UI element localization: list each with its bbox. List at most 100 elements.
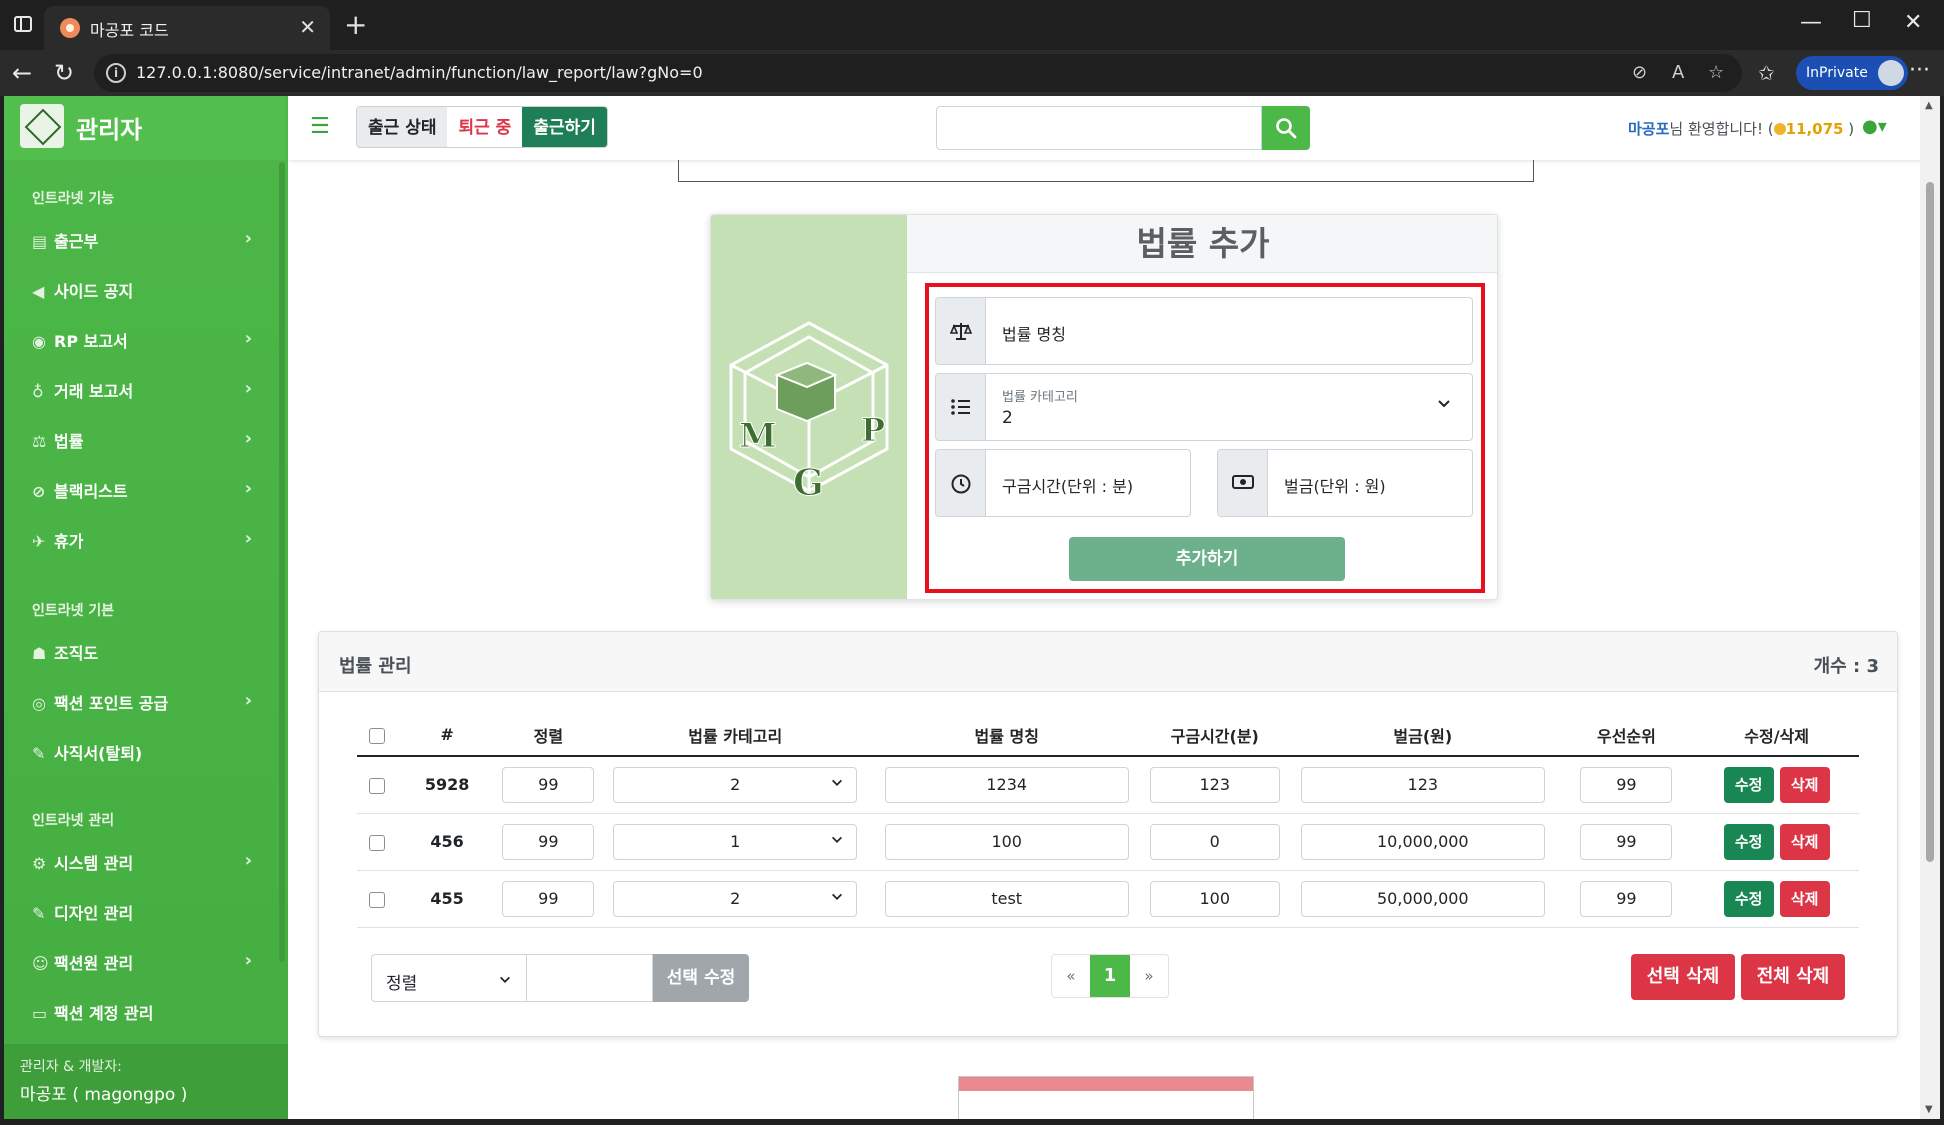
sidebar-item-trade-report[interactable]: ♁ 거래 보고서 › (32, 378, 252, 408)
detention-time-input[interactable]: 100 (1149, 880, 1280, 917)
fine-input[interactable]: 123 (1300, 766, 1545, 803)
maximize-icon[interactable]: ☐ (1852, 8, 1872, 33)
scrollbar-thumb[interactable] (1926, 182, 1934, 862)
row-checkbox[interactable] (369, 891, 386, 908)
column-header[interactable]: 벌금(원) (1287, 714, 1559, 757)
scroll-down-icon[interactable]: ▼ (1925, 1104, 1933, 1115)
sidebar-header[interactable]: 관리자 (4, 96, 288, 160)
fine-field[interactable]: 벌금(단위 : 원) (1217, 449, 1473, 517)
detention-time-input[interactable]: 123 (1149, 766, 1280, 803)
sort-input[interactable]: 99 (502, 823, 595, 860)
bulk-edit-button[interactable]: 선택 수정 (653, 954, 749, 1002)
favorite-star-icon[interactable]: ☆ (1708, 62, 1724, 83)
detention-time-input[interactable]: 0 (1149, 823, 1280, 860)
sidebar-item-blacklist[interactable]: ⊘ 블랙리스트 › (32, 478, 252, 508)
sort-select[interactable]: 정렬 (371, 954, 527, 1002)
browser-tab[interactable]: 마공포 코드 ✕ (44, 6, 330, 50)
fine-placeholder: 벌금(단위 : 원) (1284, 477, 1386, 496)
delete-button[interactable]: 삭제 (1779, 880, 1830, 917)
category-select[interactable]: 2 (613, 766, 858, 803)
more-menu-icon[interactable]: ··· (1909, 58, 1930, 83)
tracking-icon[interactable]: ⊘ (1632, 62, 1647, 83)
sort-input[interactable]: 99 (502, 880, 595, 917)
column-header[interactable]: 법률 명칭 (870, 714, 1143, 757)
pager-prev[interactable]: « (1052, 955, 1090, 997)
category-select[interactable]: 1 (613, 823, 858, 860)
sidebar-item-label: 블랙리스트 (54, 482, 128, 501)
sidebar-item-members[interactable]: ☺ 팩션원 관리 › (32, 950, 252, 980)
category-select[interactable]: 2 (613, 880, 858, 917)
edit-button[interactable]: 수정 (1723, 766, 1774, 803)
fine-input[interactable]: 10,000,000 (1300, 823, 1545, 860)
url-text[interactable]: 127.0.0.1:8080/service/intranet/admin/fu… (136, 63, 703, 82)
column-header[interactable]: 우선순위 (1558, 714, 1695, 757)
delete-button[interactable]: 삭제 (1779, 766, 1830, 803)
site-info-icon[interactable]: i (106, 63, 126, 83)
address-bar[interactable]: i 127.0.0.1:8080/service/intranet/admin/… (94, 54, 1742, 92)
delete-all-button[interactable]: 전체 삭제 (1741, 954, 1845, 1000)
sidebar-item-accounts[interactable]: ▭ 팩션 계정 관리 (32, 1000, 252, 1030)
megaphone-icon: ◀ (32, 282, 45, 301)
law-name-input[interactable]: 1234 (884, 766, 1129, 803)
reload-icon[interactable]: ↻ (54, 59, 74, 87)
sidebar-item-design[interactable]: ✎ 디자인 관리 (32, 900, 252, 930)
sidebar-item-faction-points[interactable]: ◎ 팩션 포인트 공급 › (32, 690, 252, 720)
new-tab-icon[interactable]: + (344, 8, 367, 41)
priority-input[interactable]: 99 (1580, 823, 1673, 860)
edit-button[interactable]: 수정 (1723, 823, 1774, 860)
delete-selected-button[interactable]: 선택 삭제 (1631, 954, 1735, 1000)
inprivate-badge[interactable]: InPrivate (1796, 56, 1908, 90)
detention-time-field[interactable]: 구금시간(단위 : 분) (935, 449, 1191, 517)
priority-input[interactable]: 99 (1580, 766, 1673, 803)
fine-input[interactable]: 50,000,000 (1300, 880, 1545, 917)
column-header[interactable]: 법률 카테고리 (599, 714, 871, 757)
row-checkbox[interactable] (369, 777, 386, 794)
law-name-field[interactable]: 법률 명칭 (935, 297, 1473, 365)
manage-title: 법률 관리 (339, 656, 412, 677)
row-checkbox[interactable] (369, 834, 386, 851)
edit-button[interactable]: 수정 (1723, 880, 1774, 917)
sidebar-item-vacation[interactable]: ✈ 휴가 › (32, 528, 252, 558)
chevron-right-icon: › (244, 328, 252, 349)
sidebar-item-law[interactable]: ⚖ 법률 › (32, 428, 252, 458)
close-tab-icon[interactable]: ✕ (299, 15, 316, 39)
sidebar-item-side-notice[interactable]: ◀ 사이드 공지 (32, 278, 252, 308)
user-menu-icon[interactable]: ●▾ (1862, 116, 1887, 137)
search-input[interactable] (936, 106, 1262, 150)
sidebar-item-org-chart[interactable]: ☗ 조직도 (32, 640, 252, 670)
law-name-input[interactable]: 100 (884, 823, 1129, 860)
law-name-input[interactable]: test (884, 880, 1129, 917)
bulk-value-input[interactable] (527, 954, 653, 1002)
back-icon[interactable]: ← (12, 59, 32, 87)
pager-next[interactable]: » (1130, 955, 1168, 997)
sidebar-item-label: 사직서(탈퇴) (54, 744, 143, 763)
column-header[interactable]: 구금시간(분) (1142, 714, 1288, 757)
sidebar-item-resignation[interactable]: ✎ 사직서(탈퇴) (32, 740, 252, 770)
column-header[interactable]: 정렬 (497, 714, 600, 757)
sidebar-toggle-icon[interactable] (14, 16, 32, 32)
sidebar-scrollbar[interactable] (279, 162, 285, 962)
attendance-group: 출근 상태 퇴근 중 출근하기 (356, 106, 608, 148)
select-all-checkbox[interactable] (369, 727, 386, 744)
window-close-icon[interactable]: ✕ (1904, 10, 1922, 35)
sidebar-item-system[interactable]: ⚙ 시스템 관리 › (32, 850, 252, 880)
next-card-edge (958, 1076, 1254, 1119)
law-category-select[interactable]: 법률 카테고리 2 (935, 373, 1473, 441)
coin-icon (1773, 123, 1786, 135)
check-in-button[interactable]: 출근하기 (522, 107, 607, 147)
user-name[interactable]: 마공포 (1628, 120, 1669, 138)
hamburger-menu-icon[interactable]: ☰ (310, 114, 330, 139)
read-aloud-icon[interactable]: A (1672, 62, 1684, 83)
scroll-up-icon[interactable]: ▲ (1925, 100, 1933, 111)
minimize-icon[interactable]: — (1800, 10, 1822, 35)
sort-input[interactable]: 99 (502, 766, 595, 803)
page-scrollbar[interactable]: ▲ ▼ (1920, 96, 1940, 1119)
add-law-button[interactable]: 추가하기 (1069, 537, 1345, 581)
sidebar-item-rp-report[interactable]: ◉ RP 보고서 › (32, 328, 252, 358)
pager-current[interactable]: 1 (1090, 955, 1130, 997)
sidebar-item-attendance[interactable]: ▤ 출근부 › (32, 228, 252, 258)
favorites-icon[interactable]: ✩ (1758, 61, 1775, 85)
priority-input[interactable]: 99 (1580, 880, 1673, 917)
delete-button[interactable]: 삭제 (1779, 823, 1830, 860)
search-button[interactable] (1262, 106, 1310, 150)
